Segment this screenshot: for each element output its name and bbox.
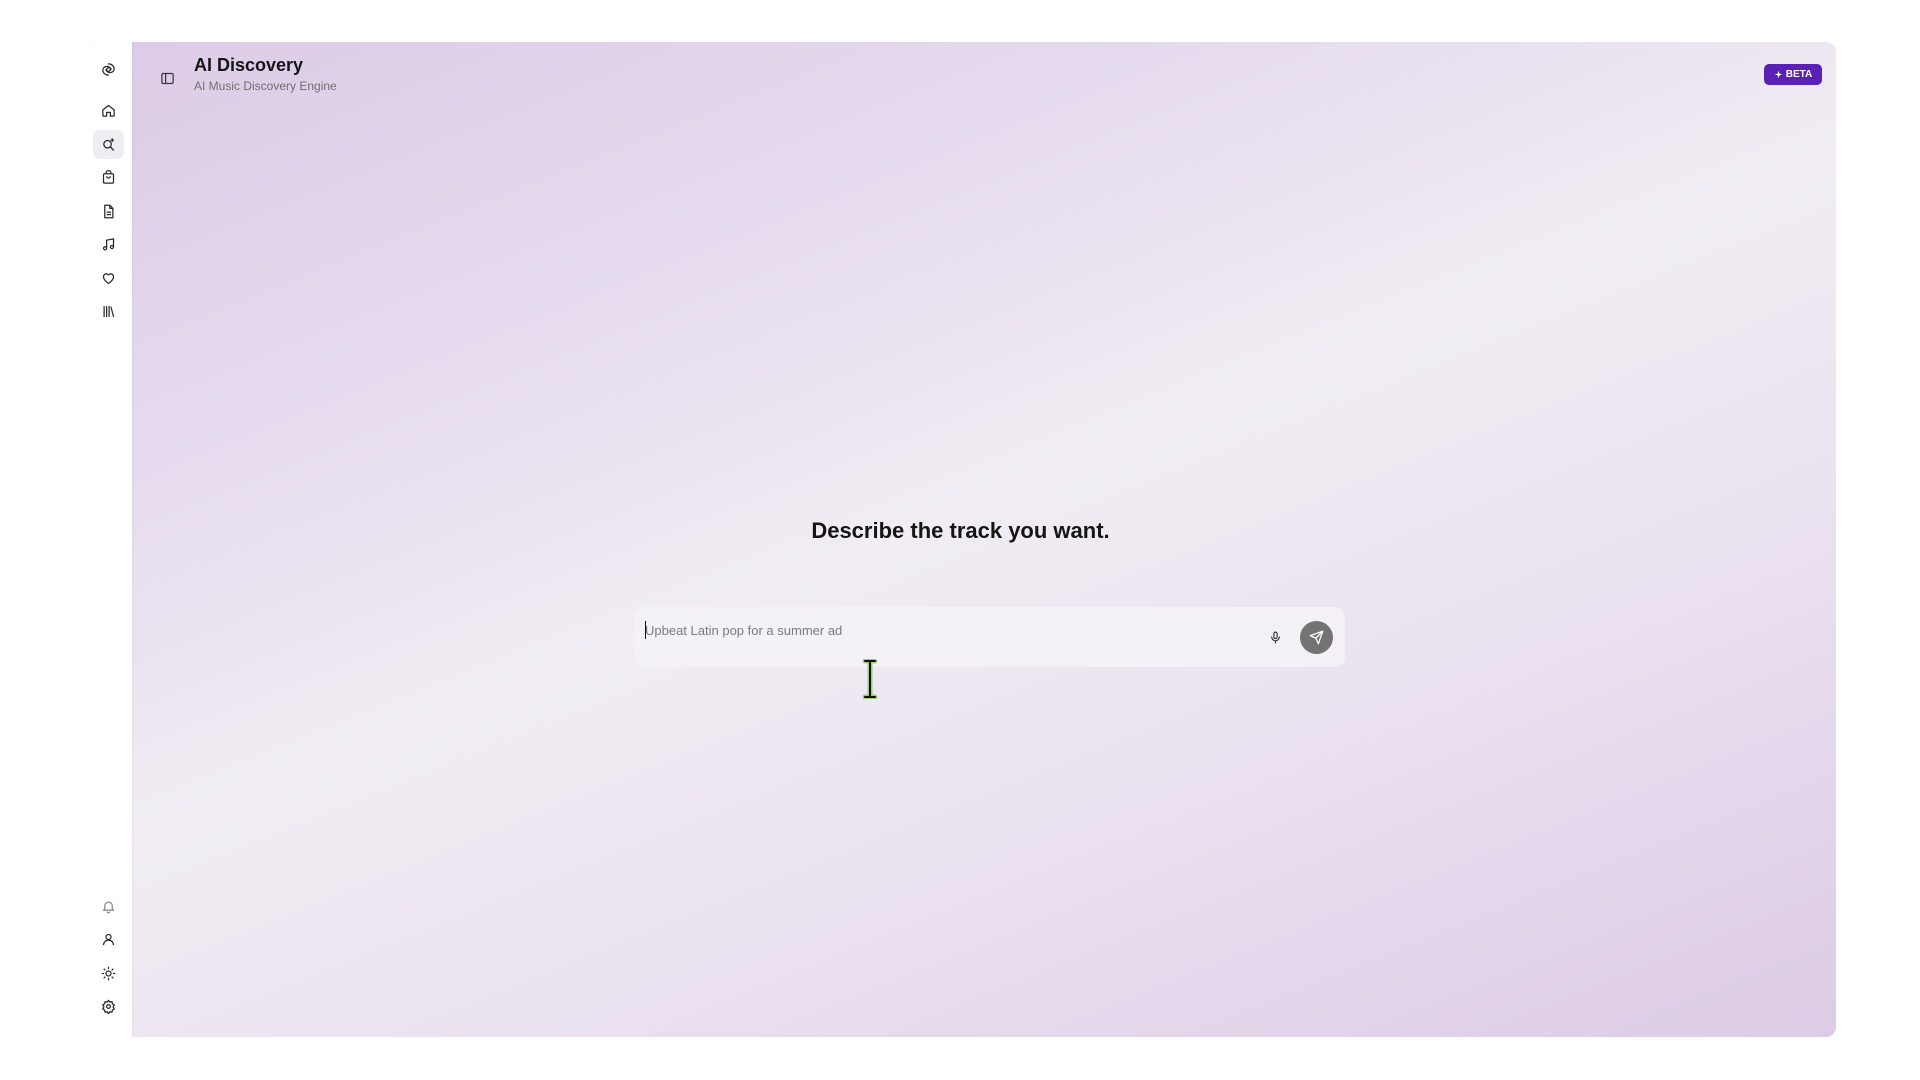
page-title: AI Discovery <box>194 55 304 75</box>
spiral-logo-icon[interactable] <box>93 55 124 84</box>
page-subtitle: AI Music Discovery Engine <box>194 79 337 93</box>
send-arrow-icon <box>1309 630 1324 645</box>
sidebar-panel-icon <box>160 72 174 84</box>
heart-icon[interactable] <box>93 264 124 293</box>
library-icon[interactable] <box>93 297 124 326</box>
prompt-box <box>635 607 1345 667</box>
bell-icon[interactable] <box>93 892 124 921</box>
settings-gear-icon[interactable] <box>93 992 124 1021</box>
text-cursor-icon <box>862 659 878 699</box>
document-icon[interactable] <box>93 197 124 226</box>
page-header: AI Discovery AI Music Discovery Engine <box>194 54 337 94</box>
music-note-icon[interactable] <box>93 230 124 259</box>
prompt-input[interactable] <box>645 619 1245 641</box>
text-caret <box>645 621 646 639</box>
microphone-button[interactable] <box>1264 626 1286 648</box>
search-sparkle-icon[interactable] <box>93 130 124 159</box>
prompt-heading: Describe the track you want. <box>811 518 1110 543</box>
home-icon[interactable] <box>93 96 124 125</box>
microphone-icon <box>1270 631 1280 643</box>
sun-icon[interactable] <box>93 959 124 988</box>
app-window: AI Discovery AI Music Discovery Engine B… <box>85 42 1836 1037</box>
beta-badge: BETA <box>1764 64 1822 85</box>
user-icon[interactable] <box>93 925 124 954</box>
send-button[interactable] <box>1300 621 1333 654</box>
sparkle-icon <box>1774 70 1782 79</box>
beta-label: BETA <box>1785 69 1813 80</box>
shopping-bag-icon[interactable] <box>93 163 124 192</box>
sidebar-toggle-button[interactable] <box>155 66 179 90</box>
